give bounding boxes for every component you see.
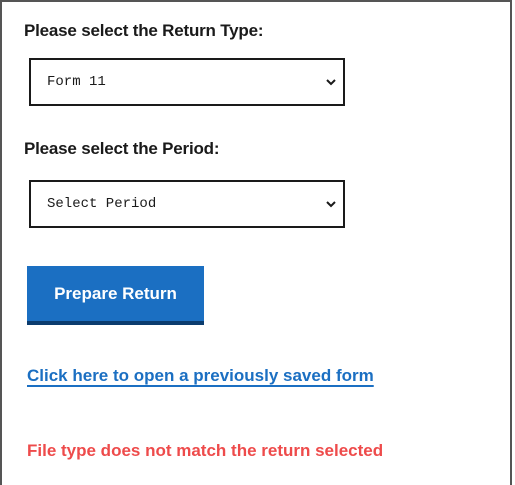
period-selected-value: Select Period — [47, 196, 157, 212]
chevron-down-icon — [326, 79, 336, 86]
error-message: File type does not match the return sele… — [27, 441, 384, 460]
period-label: Please select the Period: — [24, 139, 220, 158]
prepare-return-button[interactable]: Prepare Return — [27, 266, 204, 325]
return-type-selected-value: Form 11 — [47, 74, 106, 90]
return-type-select[interactable]: Form 11 — [29, 58, 345, 106]
open-saved-form-link[interactable]: Click here to open a previously saved fo… — [27, 366, 374, 386]
return-type-label: Please select the Return Type: — [24, 21, 264, 40]
chevron-down-icon — [326, 201, 336, 208]
period-select[interactable]: Select Period — [29, 180, 345, 228]
return-form-panel: Please select the Return Type: Form 11 P… — [0, 0, 512, 485]
